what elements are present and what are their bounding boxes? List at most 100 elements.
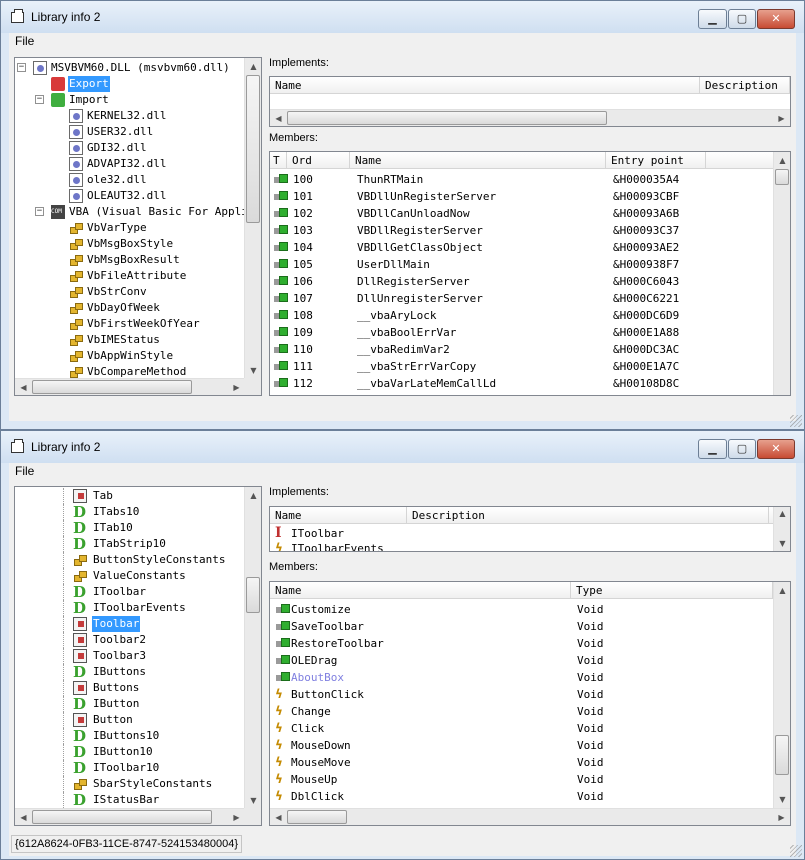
scroll-down-arrow-icon[interactable]: ▼ xyxy=(774,791,790,808)
tree-item[interactable]: D ITabs10 xyxy=(15,504,245,520)
scroll-left-arrow-icon[interactable]: ◀ xyxy=(270,809,287,825)
scroll-thumb[interactable] xyxy=(32,380,192,394)
scroll-thumb[interactable] xyxy=(775,735,789,775)
tree-item[interactable]: VbMsgBoxStyle xyxy=(15,236,245,252)
tree-item[interactable]: ValueConstants xyxy=(15,568,245,584)
title-bar[interactable]: Library info 2 ▁ ▢ ✕ xyxy=(1,431,804,463)
tree-item[interactable]: − Import xyxy=(15,92,245,108)
tree-item[interactable]: Toolbar2 xyxy=(15,632,245,648)
scroll-right-arrow-icon[interactable]: ▶ xyxy=(228,379,245,395)
library-tree[interactable]: − MSVBVM60.DLL (msvbvm60.dll) Export − Impor… xyxy=(14,57,262,396)
scroll-right-arrow-icon[interactable]: ▶ xyxy=(773,809,790,825)
members-list[interactable]: Name Type Customize Void SaveToolbar Void Re… xyxy=(269,581,791,826)
maximize-button[interactable]: ▢ xyxy=(728,439,756,459)
tree-item[interactable]: KERNEL32.dll xyxy=(15,108,245,124)
minimize-button[interactable]: ▁ xyxy=(698,9,727,29)
tree-item[interactable]: D IToolbarEvents xyxy=(15,600,245,616)
members-vertical-scrollbar[interactable]: ▲ ▼ xyxy=(773,582,790,808)
tree-vertical-scrollbar[interactable]: ▲ ▼ xyxy=(244,487,261,809)
scroll-up-arrow-icon[interactable]: ▲ xyxy=(774,582,790,599)
member-row[interactable]: 107 DllUnregisterServer &H000C6221 xyxy=(270,290,773,307)
member-row[interactable]: 109 __vbaBoolErrVar &H000E1A88 xyxy=(270,324,773,341)
tree-item[interactable]: − MSVBVM60.DLL (msvbvm60.dll) xyxy=(15,60,245,76)
tree-item[interactable]: D IButtons xyxy=(15,664,245,680)
scroll-thumb[interactable] xyxy=(287,111,607,125)
resize-grip[interactable] xyxy=(790,845,802,857)
tree-item[interactable]: ole32.dll xyxy=(15,172,245,188)
scroll-down-arrow-icon[interactable]: ▼ xyxy=(774,537,790,551)
collapse-toggle-icon[interactable]: − xyxy=(35,207,44,216)
implements-vertical-scrollbar[interactable]: ▲ ▼ xyxy=(773,507,790,551)
column-name-header[interactable]: Name xyxy=(350,152,606,169)
close-button[interactable]: ✕ xyxy=(757,439,795,459)
member-row[interactable]: 106 DllRegisterServer &H000C6043 xyxy=(270,273,773,290)
tree-item[interactable]: Tab xyxy=(15,488,245,504)
member-row[interactable]: AboutBox Void xyxy=(270,669,773,686)
column-name-header[interactable]: Name xyxy=(270,507,407,524)
tree-item[interactable]: −COM VBA (Visual Basic For Applications) xyxy=(15,204,261,220)
tree-horizontal-scrollbar[interactable]: ◀ ▶ xyxy=(15,378,245,395)
tree-item[interactable]: D ITab10 xyxy=(15,520,245,536)
implements-row[interactable]: ϟ IToolbarEvents xyxy=(270,540,773,551)
member-row[interactable]: 112 __vbaVarLateMemCallLd &H00108D8C xyxy=(270,375,773,392)
resize-grip[interactable] xyxy=(790,415,802,427)
tree-item[interactable]: Button xyxy=(15,712,245,728)
scroll-up-arrow-icon[interactable]: ▲ xyxy=(774,152,790,169)
tree-item[interactable]: VbFirstWeekOfYear xyxy=(15,316,245,332)
column-description-header[interactable]: Description xyxy=(700,77,790,94)
maximize-button[interactable]: ▢ xyxy=(728,9,756,29)
tree-item[interactable]: ButtonStyleConstants xyxy=(15,552,245,568)
member-row[interactable]: ϟ Click Void xyxy=(270,720,773,737)
implements-list[interactable]: Name Description I IToolbar ϟ IToolbarEvent… xyxy=(269,506,791,552)
tree-item[interactable]: D IButton10 xyxy=(15,744,245,760)
tree-item[interactable]: D IToolbar xyxy=(15,584,245,600)
scroll-left-arrow-icon[interactable]: ◀ xyxy=(15,379,32,395)
scroll-down-arrow-icon[interactable]: ▼ xyxy=(245,792,261,809)
title-bar[interactable]: Library info 2 ▁ ▢ ✕ xyxy=(1,1,804,33)
scroll-up-arrow-icon[interactable]: ▲ xyxy=(774,507,790,521)
member-row[interactable]: ϟ MouseDown Void xyxy=(270,737,773,754)
member-row[interactable]: 103 VBDllRegisterServer &H00093C37 xyxy=(270,222,773,239)
member-row[interactable]: 104 VBDllGetClassObject &H00093AE2 xyxy=(270,239,773,256)
member-row[interactable]: ϟ Change Void xyxy=(270,703,773,720)
member-row[interactable]: 108 __vbaAryLock &H000DC6D9 xyxy=(270,307,773,324)
scroll-left-arrow-icon[interactable]: ◀ xyxy=(15,809,32,825)
scroll-thumb[interactable] xyxy=(246,75,260,223)
tree-item[interactable]: Export xyxy=(15,76,245,92)
tree-item[interactable]: D IButton xyxy=(15,696,245,712)
tree-item[interactable]: VbMsgBoxResult xyxy=(15,252,245,268)
column-description-header[interactable]: Description xyxy=(407,507,769,524)
member-row[interactable]: ϟ MouseUp Void xyxy=(270,771,773,788)
members-list[interactable]: T Ord Name Entry point 100 ThunRTMain &H00… xyxy=(269,151,791,396)
tree-vertical-scrollbar[interactable]: ▲ ▼ xyxy=(244,58,261,379)
implements-list[interactable]: Name Description ◀ ▶ xyxy=(269,76,791,127)
tree-item[interactable]: VbIMEStatus xyxy=(15,332,245,348)
tree-item[interactable]: SbarStyleConstants xyxy=(15,776,245,792)
collapse-toggle-icon[interactable]: − xyxy=(35,95,44,104)
member-row[interactable]: OLEDrag Void xyxy=(270,652,773,669)
tree-item[interactable]: USER32.dll xyxy=(15,124,245,140)
scroll-right-arrow-icon[interactable]: ▶ xyxy=(228,809,245,825)
tree-item[interactable]: VbDayOfWeek xyxy=(15,300,245,316)
scroll-up-arrow-icon[interactable]: ▲ xyxy=(245,487,261,504)
minimize-button[interactable]: ▁ xyxy=(698,439,727,459)
members-horizontal-scrollbar[interactable]: ◀ ▶ xyxy=(270,808,790,825)
scroll-down-arrow-icon[interactable]: ▼ xyxy=(245,362,261,379)
tree-item[interactable]: ADVAPI32.dll xyxy=(15,156,245,172)
tree-item[interactable]: OLEAUT32.dll xyxy=(15,188,245,204)
library-tree[interactable]: Tab D ITabs10 D ITab10 D ITabStrip10 ButtonStyl… xyxy=(14,486,262,826)
member-row[interactable]: 102 VBDllCanUnloadNow &H00093A6B xyxy=(270,205,773,222)
column-type-header[interactable]: Type xyxy=(571,582,773,599)
column-name-header[interactable]: Name xyxy=(270,582,571,599)
tree-item[interactable]: VbVarType xyxy=(15,220,245,236)
tree-item[interactable]: VbStrConv xyxy=(15,284,245,300)
tree-item[interactable]: D ITabStrip10 xyxy=(15,536,245,552)
member-row[interactable]: 101 VBDllUnRegisterServer &H00093CBF xyxy=(270,188,773,205)
close-button[interactable]: ✕ xyxy=(757,9,795,29)
column-ord-header[interactable]: Ord xyxy=(287,152,350,169)
column-type-header[interactable]: T xyxy=(270,152,287,169)
tree-item[interactable]: D IStatusBar xyxy=(15,792,245,808)
scroll-thumb[interactable] xyxy=(287,810,347,824)
member-row[interactable]: 111 __vbaStrErrVarCopy &H000E1A7C xyxy=(270,358,773,375)
tree-item[interactable]: Toolbar3 xyxy=(15,648,245,664)
